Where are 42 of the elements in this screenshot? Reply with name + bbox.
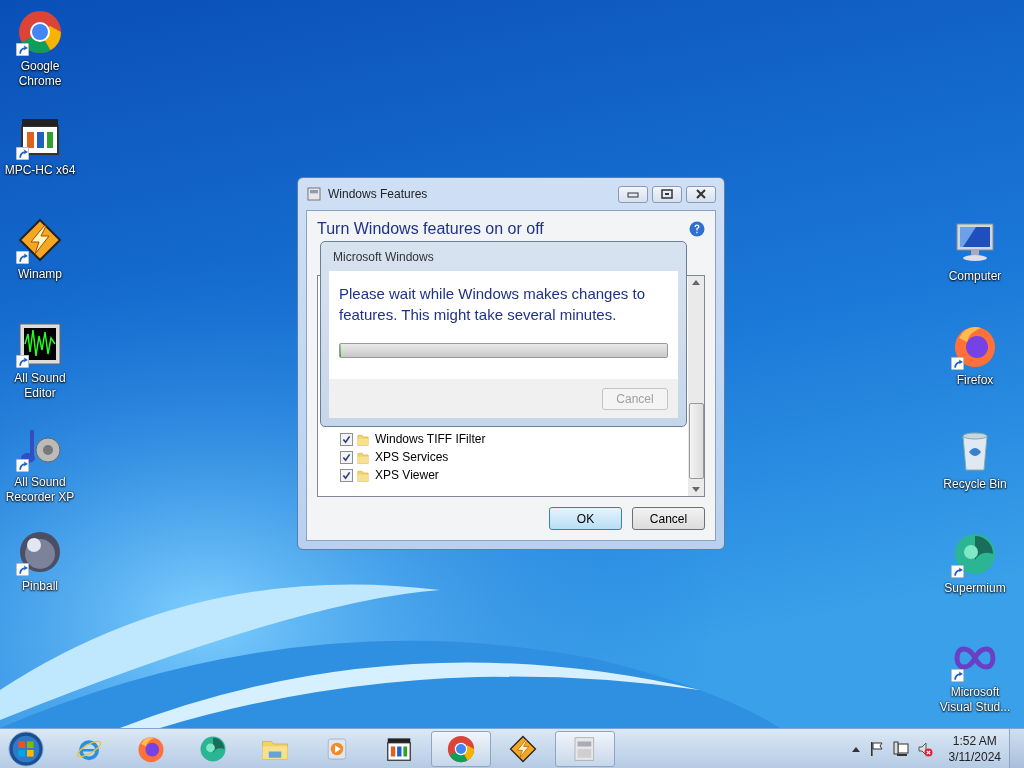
desktop-icon-label[interactable]: Recycle Bin: [935, 477, 1015, 492]
browser-icon[interactable]: [446, 733, 476, 764]
lightning-icon[interactable]: [508, 733, 538, 764]
progress-message: Please wait while Windows makes changes to features. This might take several minutes.: [339, 284, 646, 325]
clock-date[interactable]: 3/11/2024: [948, 748, 1001, 765]
close-icon: [695, 189, 707, 199]
desktop-icon-label[interactable]: Firefox: [935, 373, 1015, 388]
dialog-button[interactable]: OK: [549, 507, 622, 530]
scroll-up-icon[interactable]: [692, 279, 700, 285]
dialog-button[interactable]: Cancel: [632, 507, 705, 530]
scrollbar[interactable]: [688, 276, 704, 496]
feature-label[interactable]: XPS Services: [375, 450, 449, 464]
network-icon[interactable]: [892, 740, 909, 757]
dialog-heading: Turn Windows features on or off: [317, 220, 544, 238]
speaker-icon[interactable]: [916, 740, 933, 757]
help-icon[interactable]: [689, 221, 705, 237]
close-button[interactable]: [686, 185, 716, 203]
waveform-icon[interactable]: [16, 320, 64, 368]
maximize-button[interactable]: [652, 185, 682, 203]
dialog-title: Microsoft Windows: [333, 249, 434, 264]
flag-icon[interactable]: [868, 740, 885, 757]
desktop-icon-label[interactable]: Winamp: [0, 267, 80, 282]
checkbox[interactable]: [340, 432, 353, 446]
window-title: Windows Features: [328, 187, 428, 201]
desktop-icon-label[interactable]: Microsoft Visual Stud...: [935, 685, 1015, 715]
browser-icon[interactable]: [16, 8, 64, 56]
desktop-icon-label[interactable]: Computer: [935, 269, 1015, 284]
desktop-icon-label[interactable]: All Sound Recorder XP: [0, 475, 80, 505]
desktop-icon-label[interactable]: Google Chrome: [0, 59, 80, 89]
checkbox[interactable]: [340, 468, 353, 482]
window-icon: [306, 186, 322, 202]
checkbox[interactable]: [340, 450, 353, 464]
start-button[interactable]: [7, 729, 45, 768]
desktop-icon-label[interactable]: All Sound Editor: [0, 371, 80, 401]
desktop-icon-label[interactable]: MPC-HC x64: [0, 163, 80, 178]
scroll-down-icon[interactable]: [692, 487, 700, 493]
feature-label[interactable]: XPS Viewer: [375, 468, 439, 482]
desktop-icon-label[interactable]: Supermium: [935, 581, 1015, 596]
feature-label[interactable]: Windows TIFF IFilter: [375, 432, 486, 446]
clock-time[interactable]: 1:52 AM: [952, 732, 997, 749]
maximize-icon: [661, 189, 673, 199]
minimize-icon: [627, 190, 639, 198]
